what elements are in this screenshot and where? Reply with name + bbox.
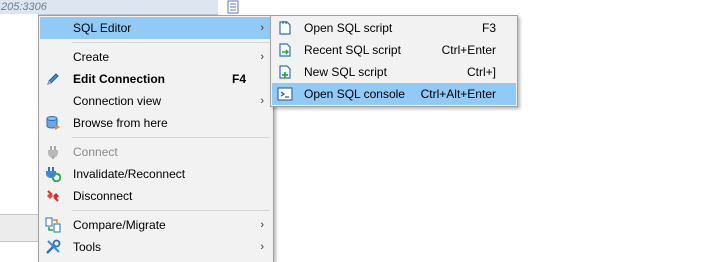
menu-item-tools[interactable]: Tools › <box>40 236 272 258</box>
console-icon <box>277 87 293 101</box>
submenu-item-label: Open SQL script <box>304 21 393 35</box>
menu-item-shortcut: F4 <box>231 72 246 86</box>
menu-item-compare-migrate[interactable]: Compare/Migrate › <box>40 214 272 236</box>
submenu-item-shortcut: Ctrl+] <box>466 65 496 79</box>
database-browse-icon <box>46 116 60 130</box>
menu-item-create[interactable]: Create › <box>40 46 272 68</box>
menu-item-invalidate-reconnect[interactable]: Invalidate/Reconnect <box>40 163 272 185</box>
submenu-item-shortcut: Ctrl+Alt+Enter <box>420 87 496 101</box>
connection-address-text: 205:3306 <box>1 1 47 13</box>
submenu-arrow-icon: › <box>260 95 264 107</box>
reconnect-icon <box>46 167 61 182</box>
menu-separator <box>72 42 270 43</box>
menu-item-label: Connect <box>73 145 118 159</box>
compare-icon <box>45 217 61 233</box>
menu-item-label: Invalidate/Reconnect <box>73 167 186 181</box>
submenu-arrow-icon: › <box>260 241 264 253</box>
submenu-item-shortcut: F3 <box>481 21 496 35</box>
disconnect-icon <box>47 190 59 202</box>
submenu-item-label: Recent SQL script <box>304 43 401 57</box>
menu-item-label: Edit Connection <box>73 72 165 86</box>
pencil-icon <box>47 73 59 85</box>
toolbar-grid-icon[interactable] <box>224 0 242 15</box>
menu-item-label: Create <box>73 50 110 64</box>
menu-item-browse-from-here[interactable]: Browse from here <box>40 112 272 134</box>
submenu-item-shortcut: Ctrl+Enter <box>441 43 496 57</box>
menu-item-label: Connection view <box>73 94 162 108</box>
plug-icon <box>48 146 58 159</box>
menu-item-label: Compare/Migrate <box>73 218 166 232</box>
menu-item-sql-editor[interactable]: SQL Editor › <box>40 17 272 39</box>
panel-bottom-bar <box>0 214 38 242</box>
tools-icon <box>46 239 61 254</box>
menu-item-connection-view[interactable]: Connection view › <box>40 90 272 112</box>
menu-item-label: Browse from here <box>73 116 168 130</box>
menu-item-label: SQL Editor <box>73 21 132 35</box>
menu-item-label: Disconnect <box>73 189 133 203</box>
new-script-icon <box>279 65 291 79</box>
submenu-arrow-icon: › <box>260 219 264 231</box>
menu-item-disconnect[interactable]: Disconnect <box>40 185 272 207</box>
context-menu: SQL Editor › Create › Edit Connection F4… <box>38 15 274 262</box>
submenu-arrow-icon: › <box>260 22 264 34</box>
open-script-icon <box>279 21 291 35</box>
tree-selected-row: 205:3306 <box>0 0 218 15</box>
menu-separator <box>72 137 270 138</box>
submenu-item-label: New SQL script <box>304 65 387 79</box>
menu-separator <box>72 210 270 211</box>
submenu-arrow-icon: › <box>260 51 264 63</box>
menu-item-connect[interactable]: Connect <box>40 141 272 163</box>
submenu-item-open-sql-script[interactable]: Open SQL script F3 <box>272 17 516 39</box>
menu-item-edit-connection[interactable]: Edit Connection F4 <box>40 68 272 90</box>
submenu-item-recent-sql-script[interactable]: Recent SQL script Ctrl+Enter <box>272 39 516 61</box>
recent-script-icon <box>279 43 291 57</box>
submenu-item-open-sql-console[interactable]: Open SQL console Ctrl+Alt+Enter <box>272 83 516 105</box>
menu-item-label: Tools <box>73 240 102 254</box>
submenu-item-new-sql-script[interactable]: New SQL script Ctrl+] <box>272 61 516 83</box>
sql-editor-submenu: Open SQL script F3 Recent SQL script Ctr… <box>270 15 518 107</box>
submenu-item-label: Open SQL console <box>304 87 405 101</box>
